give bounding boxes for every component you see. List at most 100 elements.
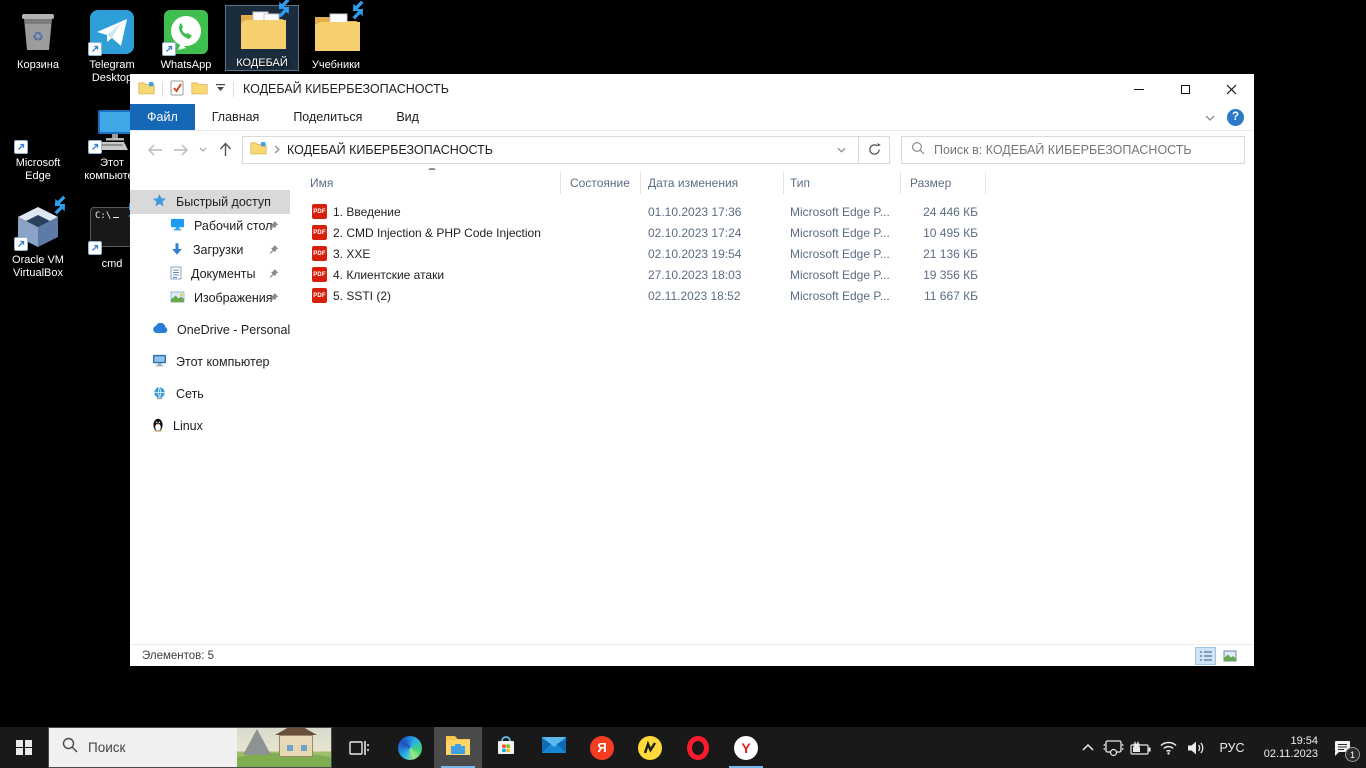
recycle-bin-icon: ♻ xyxy=(14,47,62,59)
tab-view[interactable]: Вид xyxy=(379,104,436,130)
file-row[interactable]: PDF 2. CMD Injection & PHP Code Injectio… xyxy=(290,223,1254,244)
sidebar-item-downloads[interactable]: Загрузки xyxy=(130,238,290,262)
file-name: 2. CMD Injection & PHP Code Injection xyxy=(333,226,541,240)
action-center-button[interactable]: 1 xyxy=(1320,727,1366,768)
column-header-type[interactable]: Тип xyxy=(790,176,810,190)
pin-icon xyxy=(268,268,279,282)
column-divider[interactable] xyxy=(985,172,986,194)
column-header-modified[interactable]: Дата изменения xyxy=(648,176,738,190)
taskbar-app-edge[interactable] xyxy=(386,727,434,768)
tab-file[interactable]: Файл xyxy=(130,104,195,130)
search-box[interactable] xyxy=(901,136,1245,164)
onedrive-cloud-icon xyxy=(152,323,168,337)
column-header-name[interactable]: Имя xyxy=(310,176,333,190)
taskbar-search[interactable] xyxy=(48,727,332,768)
taskbar-app-store[interactable] xyxy=(482,727,530,768)
linux-penguin-icon xyxy=(152,418,164,435)
taskbar-app-yandex[interactable]: Я xyxy=(578,727,626,768)
window-title: КОДЕБАЙ КИБЕРБЕЗОПАСНОСТЬ xyxy=(243,82,449,96)
sidebar-item-this-pc[interactable]: Этот компьютер xyxy=(130,350,290,374)
desktop-icon-edge[interactable]: Microsoft Edge xyxy=(2,106,74,183)
sidebar-item-desktop[interactable]: Рабочий стол xyxy=(130,214,290,238)
file-row[interactable]: PDF 3. XXE 02.10.2023 19:54 Microsoft Ed… xyxy=(290,244,1254,265)
column-divider[interactable] xyxy=(900,172,901,194)
divider xyxy=(162,82,163,97)
sidebar-item-documents[interactable]: Документы xyxy=(130,262,290,286)
properties-button[interactable] xyxy=(170,80,184,99)
column-divider[interactable] xyxy=(783,172,784,194)
volume-icon[interactable] xyxy=(1182,727,1210,768)
customize-qat-button[interactable] xyxy=(215,82,226,96)
hidden-icons-chevron[interactable] xyxy=(1076,727,1100,768)
recent-locations-button[interactable] xyxy=(194,137,212,163)
file-name: 4. Клиентские атаки xyxy=(333,268,444,282)
breadcrumb[interactable]: КОДЕБАЙ КИБЕРБЕЗОПАСНОСТЬ xyxy=(287,143,493,157)
tab-share[interactable]: Поделиться xyxy=(276,104,379,130)
forward-button[interactable] xyxy=(168,137,194,163)
desktop-icon-kodebay[interactable]: PDF КОДЕБАЙ xyxy=(226,6,298,70)
cast-display-icon[interactable] xyxy=(1100,727,1127,768)
refresh-button[interactable] xyxy=(859,136,890,164)
help-button[interactable]: ? xyxy=(1227,109,1244,126)
window-controls xyxy=(1116,74,1254,104)
file-row[interactable]: PDF 1. Введение 01.10.2023 17:36 Microso… xyxy=(290,202,1254,223)
file-modified: 02.10.2023 19:54 xyxy=(648,247,741,261)
search-highlight-image[interactable] xyxy=(237,728,331,767)
folder-pdf-icon: PDF xyxy=(238,45,286,57)
sidebar-item-network[interactable]: Сеть xyxy=(130,382,290,406)
thumbnails-view-button[interactable] xyxy=(1219,647,1240,665)
yandex-icon: Я xyxy=(590,736,614,760)
taskbar-app-yandex-browser[interactable]: Y xyxy=(722,727,770,768)
taskbar-app-explorer[interactable] xyxy=(434,727,482,768)
up-button[interactable] xyxy=(212,137,238,163)
task-view-button[interactable] xyxy=(332,727,386,768)
tray-date: 02.11.2023 xyxy=(1264,748,1318,761)
file-row[interactable]: PDF 4. Клиентские атаки 27.10.2023 18:03… xyxy=(290,265,1254,286)
minimize-button[interactable] xyxy=(1116,74,1162,104)
desktop-icon-uchebniki[interactable]: PDF Учебники xyxy=(300,8,372,72)
taskbar-app-mail[interactable] xyxy=(530,727,578,768)
new-folder-button[interactable] xyxy=(191,81,208,98)
desktop-icon-whatsapp[interactable]: WhatsApp xyxy=(150,8,222,72)
tab-home[interactable]: Главная xyxy=(195,104,277,130)
quick-access-toolbar xyxy=(138,80,234,99)
desktop-icon-virtualbox[interactable]: Oracle VM VirtualBox xyxy=(2,203,74,280)
file-name: 3. XXE xyxy=(333,247,370,261)
sync-arrows-icon xyxy=(49,194,71,216)
taskbar-search-input[interactable] xyxy=(88,740,198,755)
language-indicator[interactable]: РУС xyxy=(1210,727,1254,768)
address-dropdown-icon[interactable] xyxy=(831,147,851,153)
close-button[interactable] xyxy=(1208,74,1254,104)
shortcut-arrow-icon xyxy=(162,42,176,56)
taskbar-app-yellow[interactable] xyxy=(626,727,674,768)
expand-ribbon-icon[interactable] xyxy=(1205,110,1215,124)
column-header-status[interactable]: Состояние xyxy=(570,176,630,190)
start-button[interactable] xyxy=(0,727,48,768)
maximize-button[interactable] xyxy=(1162,74,1208,104)
column-divider[interactable] xyxy=(640,172,641,194)
sidebar-item-linux[interactable]: Linux xyxy=(130,414,290,438)
wifi-icon[interactable] xyxy=(1155,727,1182,768)
tray-time: 19:54 xyxy=(1290,735,1318,748)
column-header-size[interactable]: Размер xyxy=(910,176,951,190)
back-button[interactable] xyxy=(142,137,168,163)
details-view-button[interactable] xyxy=(1195,647,1216,665)
desktop-icon-recycle-bin[interactable]: ♻ Корзина xyxy=(2,8,74,72)
sidebar-item-pictures[interactable]: Изображения xyxy=(130,286,290,310)
file-list-pane: Имя Состояние Дата изменения Тип Размер … xyxy=(290,168,1254,644)
battery-charging-icon[interactable] xyxy=(1127,727,1155,768)
taskbar-app-opera[interactable] xyxy=(674,727,722,768)
search-input[interactable] xyxy=(934,143,1235,157)
sidebar-item-quick-access[interactable]: Быстрый доступ xyxy=(130,190,290,214)
opera-icon xyxy=(687,736,709,760)
address-bar[interactable]: КОДЕБАЙ КИБЕРБЕЗОПАСНОСТЬ xyxy=(242,136,859,164)
clock[interactable]: 19:54 02.11.2023 xyxy=(1254,727,1320,768)
file-modified: 01.10.2023 17:36 xyxy=(648,205,741,219)
file-row[interactable]: PDF 5. SSTI (2) 02.11.2023 18:52 Microso… xyxy=(290,286,1254,307)
title-bar: КОДЕБАЙ КИБЕРБЕЗОПАСНОСТЬ xyxy=(130,74,1254,104)
sidebar-item-onedrive[interactable]: OneDrive - Personal xyxy=(130,318,290,342)
file-size: 21 136 КБ xyxy=(880,247,978,261)
sidebar-item-label: Этот компьютер xyxy=(176,355,269,369)
column-divider[interactable] xyxy=(560,172,561,194)
sidebar-item-label: OneDrive - Personal xyxy=(177,323,290,337)
